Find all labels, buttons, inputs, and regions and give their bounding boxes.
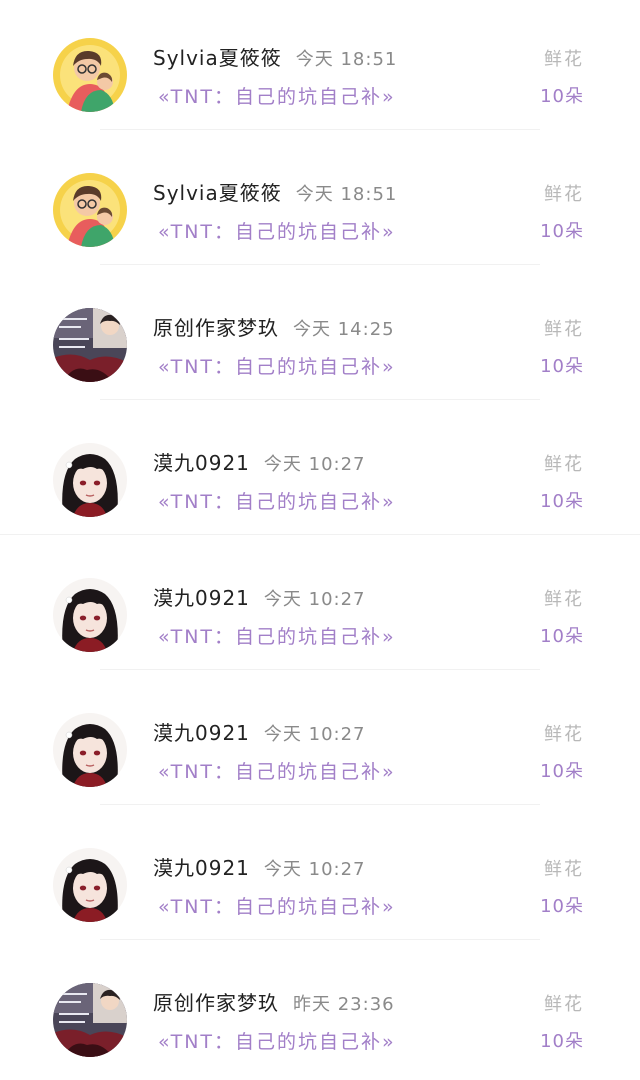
user-name[interactable]: 漠九0921 今天 10:27 [153,852,366,881]
gift-type: 鲜花 [544,589,584,610]
user-name-text[interactable]: 漠九0921 [153,721,250,745]
avatar-photo-collage-icon [53,983,127,1057]
gift-count: 10朵 [540,626,584,647]
gift-type: 鲜花 [544,859,584,880]
book-title[interactable]: «TNT：自己的坑自己补» [158,757,396,784]
divider [100,669,540,670]
avatar[interactable] [53,173,127,247]
list-item[interactable]: Sylvia夏筱筱 今天 18:51 «TNT：自己的坑自己补» 鲜花 10朵 [0,135,640,270]
divider [100,264,540,265]
gift-count: 10朵 [540,491,584,512]
user-name-text[interactable]: 漠九0921 [153,856,250,880]
gift-count: 10朵 [540,86,584,107]
avatar-cartoon-couple-icon [53,173,127,247]
avatar[interactable] [53,38,127,112]
gift-type: 鲜花 [544,319,584,340]
divider [100,129,540,130]
gift-count: 10朵 [540,896,584,917]
gift-type: 鲜花 [544,454,584,475]
user-name-text[interactable]: 原创作家梦玖 [153,316,279,340]
user-name[interactable]: Sylvia夏筱筱 今天 18:51 [153,177,397,206]
gift-count: 10朵 [540,761,584,782]
user-name[interactable]: 漠九0921 今天 10:27 [153,717,366,746]
divider [100,399,540,400]
avatar[interactable] [53,578,127,652]
avatar-anime-character-icon [53,713,127,787]
avatar[interactable] [53,308,127,382]
avatar-anime-character-icon [53,848,127,922]
timestamp: 今天 10:27 [263,724,366,745]
book-title[interactable]: «TNT：自己的坑自己补» [158,352,396,379]
gift-type: 鲜花 [544,184,584,205]
gift-type: 鲜花 [544,49,584,70]
user-name[interactable]: 原创作家梦玖 今天 14:25 [153,312,395,341]
timestamp: 今天 18:51 [295,49,398,70]
user-name-text[interactable]: Sylvia夏筱筱 [153,46,282,70]
avatar-anime-character-icon [53,443,127,517]
user-name[interactable]: 漠九0921 今天 10:27 [153,582,366,611]
user-name-text[interactable]: 漠九0921 [153,451,250,475]
book-title[interactable]: «TNT：自己的坑自己补» [158,217,396,244]
divider [100,804,540,805]
user-name-text[interactable]: Sylvia夏筱筱 [153,181,282,205]
divider [0,534,640,535]
gift-count: 10朵 [540,1031,584,1052]
timestamp: 今天 10:27 [263,859,366,880]
user-name-text[interactable]: 漠九0921 [153,586,250,610]
gift-type: 鲜花 [544,994,584,1015]
gift-record-list: Sylvia夏筱筱 今天 18:51 «TNT：自己的坑自己补» 鲜花 10朵 S… [0,0,640,1078]
gift-count: 10朵 [540,221,584,242]
book-title[interactable]: «TNT：自己的坑自己补» [158,622,396,649]
timestamp: 今天 14:25 [293,319,395,340]
avatar[interactable] [53,443,127,517]
book-title[interactable]: «TNT：自己的坑自己补» [158,1027,396,1054]
book-title[interactable]: «TNT：自己的坑自己补» [158,487,396,514]
list-item[interactable]: Sylvia夏筱筱 今天 18:51 «TNT：自己的坑自己补» 鲜花 10朵 [0,0,640,135]
avatar-photo-collage-icon [53,308,127,382]
book-title[interactable]: «TNT：自己的坑自己补» [158,82,396,109]
user-name[interactable]: 原创作家梦玖 昨天 23:36 [153,987,395,1016]
avatar[interactable] [53,848,127,922]
timestamp: 今天 18:51 [295,184,398,205]
timestamp: 今天 10:27 [263,454,366,475]
user-name[interactable]: 漠九0921 今天 10:27 [153,447,366,476]
avatar-cartoon-couple-icon [53,38,127,112]
gift-type: 鲜花 [544,724,584,745]
list-item[interactable]: 漠九0921 今天 10:27 «TNT：自己的坑自己补» 鲜花 10朵 [0,810,640,945]
user-name-text[interactable]: 原创作家梦玖 [153,991,279,1015]
book-title[interactable]: «TNT：自己的坑自己补» [158,892,396,919]
timestamp: 昨天 23:36 [293,994,395,1015]
list-item[interactable]: 漠九0921 今天 10:27 «TNT：自己的坑自己补» 鲜花 10朵 [0,540,640,675]
divider [100,939,540,940]
avatar[interactable] [53,713,127,787]
list-item[interactable]: 原创作家梦玖 今天 14:25 «TNT：自己的坑自己补» 鲜花 10朵 [0,270,640,405]
list-item[interactable]: 原创作家梦玖 昨天 23:36 «TNT：自己的坑自己补» 鲜花 10朵 [0,945,640,1080]
list-item[interactable]: 漠九0921 今天 10:27 «TNT：自己的坑自己补» 鲜花 10朵 [0,675,640,810]
list-item[interactable]: 漠九0921 今天 10:27 «TNT：自己的坑自己补» 鲜花 10朵 [0,405,640,540]
avatar-anime-character-icon [53,578,127,652]
avatar[interactable] [53,983,127,1057]
timestamp: 今天 10:27 [263,589,366,610]
user-name[interactable]: Sylvia夏筱筱 今天 18:51 [153,42,397,71]
gift-count: 10朵 [540,356,584,377]
